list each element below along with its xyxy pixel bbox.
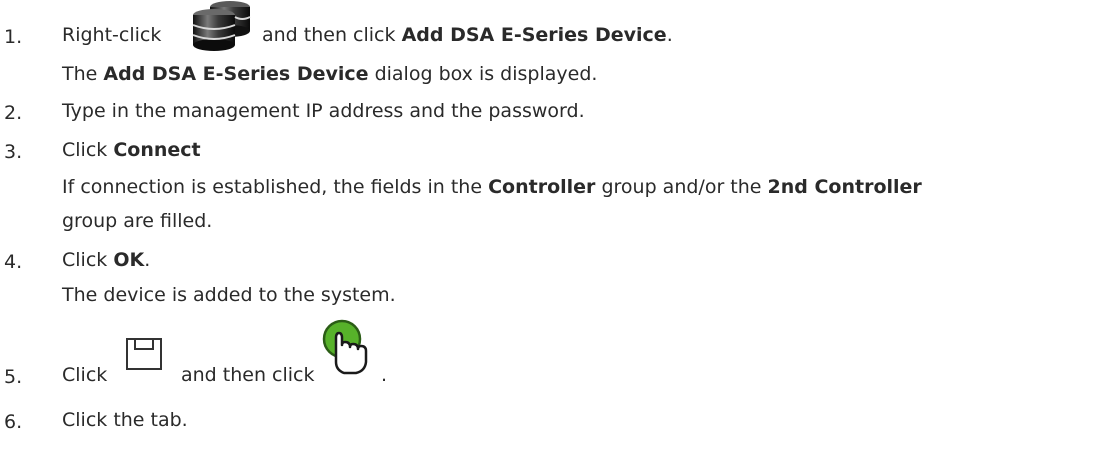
step-4-ok: OK: [113, 249, 145, 271]
step-3-line2-pre: If connection is established, the fields…: [62, 176, 483, 198]
step-4-line-2: The device is added to the system.: [62, 284, 396, 306]
activate-hand-icon: [322, 319, 368, 375]
step-3-2nd-controller: 2nd Controller: [767, 176, 922, 198]
step-5-number: 5.: [4, 366, 23, 388]
step-3-line-2: If connection is established, the fields…: [62, 176, 922, 198]
step-3-connect: Connect: [113, 139, 201, 161]
step-1-mid: and then click: [262, 24, 396, 46]
step-6-text: Click the tab.: [62, 409, 188, 431]
step-5-post: .: [381, 364, 388, 386]
storage-device-icon: [192, 1, 251, 51]
step-3-line2-mid: group and/or the: [601, 176, 762, 198]
step-4-number: 4.: [4, 251, 23, 273]
step-1-number: 1.: [4, 26, 23, 48]
step-3-controller: Controller: [488, 176, 596, 198]
step-3-number: 3.: [4, 141, 23, 163]
step-4-pre: Click: [62, 249, 108, 271]
step-3-line-1: Click Connect: [62, 139, 201, 161]
instruction-document: 1. Right-click and then click Add DSA E-…: [0, 0, 1106, 453]
step-3-pre: Click: [62, 139, 108, 161]
step-5-pre: Click: [62, 364, 108, 386]
step-6-number: 6.: [4, 411, 23, 433]
step-4-post: .: [144, 249, 151, 271]
step-1-line2-post: dialog box is displayed.: [374, 63, 598, 85]
step-2-text: Type in the management IP address and th…: [62, 100, 585, 122]
step-1-line-1: Right-click: [62, 24, 161, 46]
step-1-line2-pre: The: [62, 63, 98, 85]
step-3-line-3: group are filled.: [62, 210, 213, 232]
step-4-line-1: Click OK.: [62, 249, 150, 271]
save-icon: [126, 338, 162, 370]
step-1-dialog-name: Add DSA E-Series Device: [103, 63, 369, 85]
step-1-pre: Right-click: [62, 24, 162, 46]
step-2-number: 2.: [4, 102, 23, 124]
step-1-post: .: [666, 24, 673, 46]
step-5-mid: and then click: [181, 364, 315, 386]
step-1-action: Add DSA E-Series Device: [401, 24, 667, 46]
step-1-line-2: The Add DSA E-Series Device dialog box i…: [62, 63, 597, 85]
